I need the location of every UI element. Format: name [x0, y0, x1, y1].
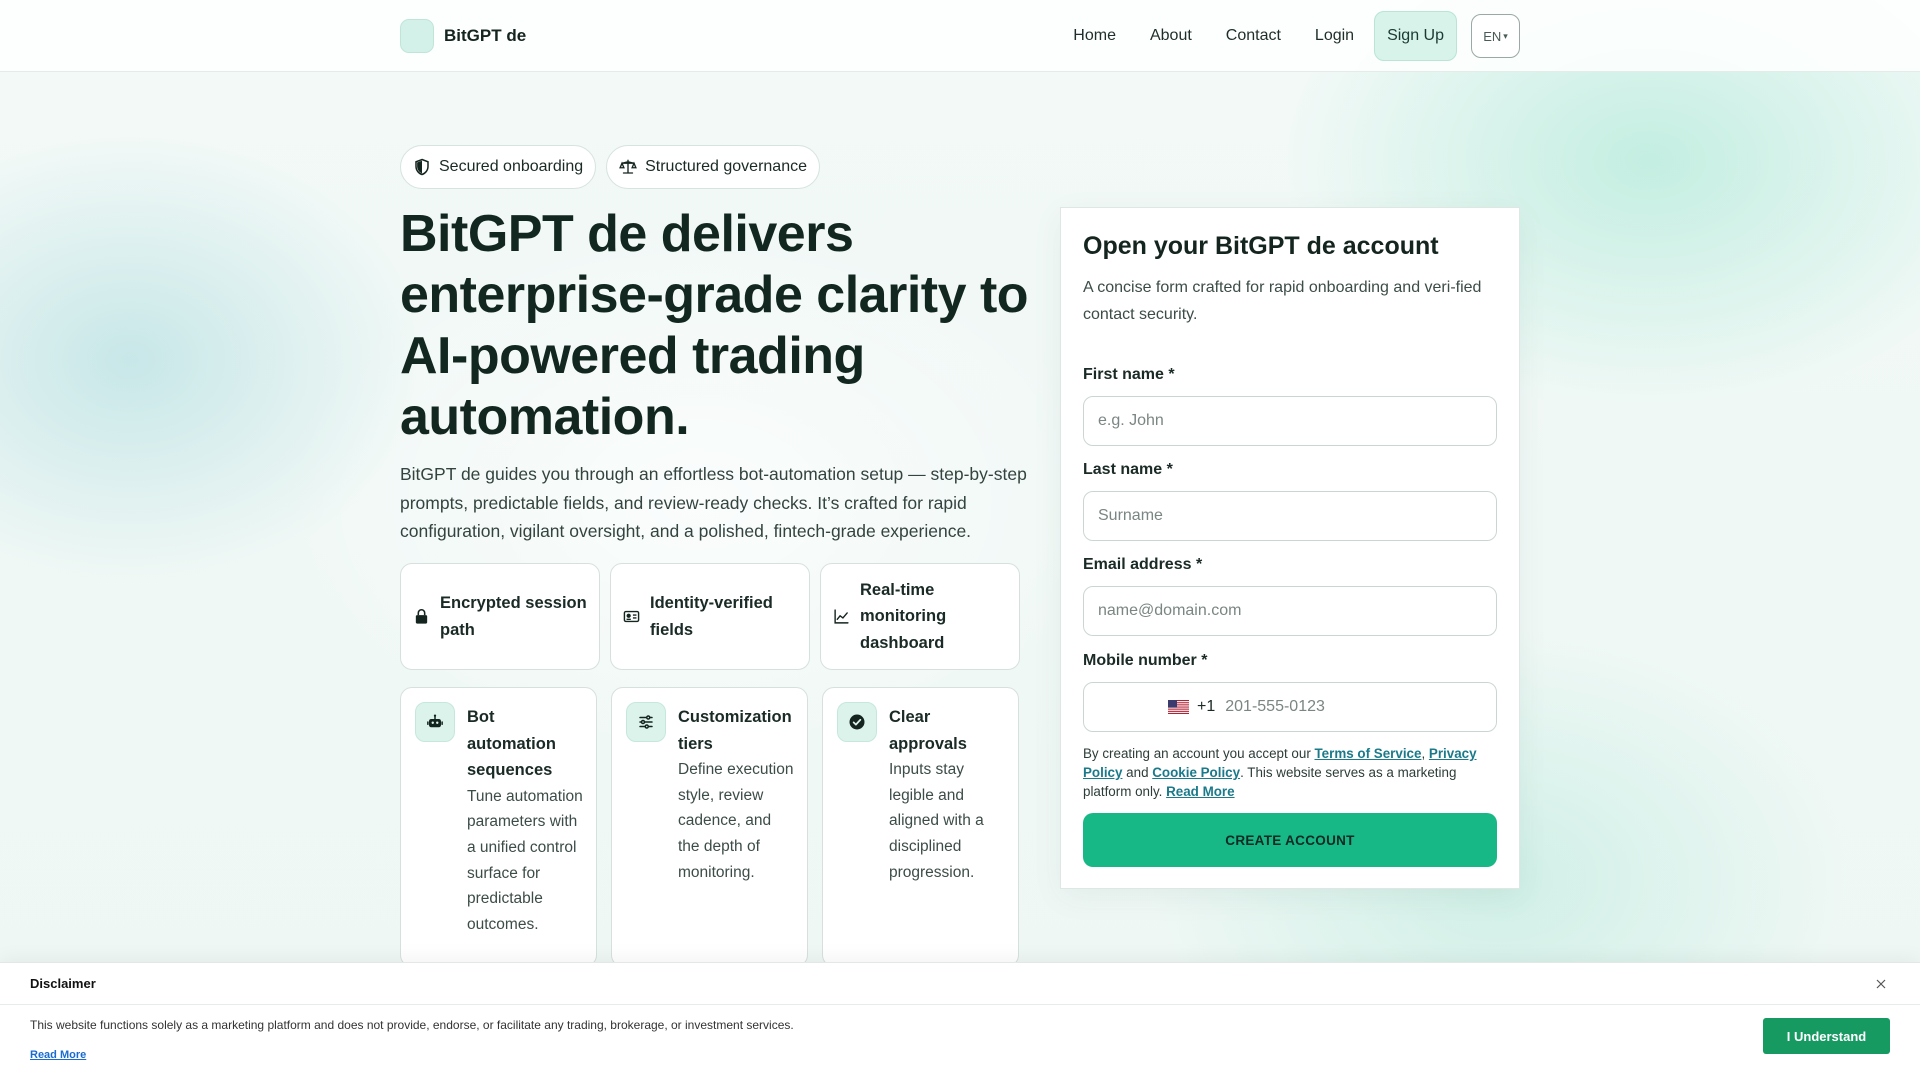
create-account-button[interactable]: CREATE ACCOUNT [1083, 813, 1497, 867]
card-body: Clear approvals Inputs stay legible and … [889, 702, 1006, 966]
last-name-field-wrap [1083, 491, 1497, 541]
feature-item: Encrypted session path [400, 563, 600, 670]
header-inner: BitGPT de Home About Contact Login Sign … [400, 0, 1520, 72]
mobile-field-wrap: +1 [1083, 682, 1497, 732]
nav-home[interactable]: Home [1073, 27, 1116, 45]
first-name-input[interactable] [1098, 412, 1482, 430]
card-icon-wrap [626, 702, 666, 742]
scale-icon [619, 159, 637, 174]
understand-button[interactable]: I Understand [1763, 1018, 1890, 1054]
email-input[interactable] [1098, 602, 1482, 620]
badge-structured-governance: Structured governance [606, 145, 820, 189]
nav-about[interactable]: About [1150, 27, 1192, 45]
feature-card: Clear approvals Inputs stay legible and … [822, 687, 1019, 967]
disclaimer-title: Disclaimer [30, 976, 96, 991]
feature-row: Encrypted session path Identity-verified… [400, 563, 1020, 670]
mobile-label: Mobile number * [1083, 652, 1208, 669]
feature-item: Identity-verified fields [610, 563, 810, 670]
hero-description: BitGPT de guides you through an effortle… [400, 464, 1027, 541]
lock-icon [415, 609, 428, 624]
terms-separator: and [1122, 765, 1153, 780]
last-name-input[interactable] [1098, 507, 1482, 525]
card-icon-wrap [837, 702, 877, 742]
us-flag-icon [1168, 700, 1189, 714]
chart-line-icon [834, 609, 849, 624]
hero-title: BitGPT de delivers enterprise-grade clar… [400, 205, 1029, 446]
card-text: Tune automation parameters with a unifie… [467, 787, 583, 934]
mobile-input[interactable] [1225, 698, 1482, 716]
badge-secured-onboarding: Secured onboarding [400, 145, 597, 189]
close-icon[interactable] [1872, 975, 1890, 993]
card-body: Bot automation sequences Tune automation… [467, 702, 584, 966]
card-title: Customization tiers [678, 708, 792, 753]
badge-label: Structured governance [645, 158, 807, 175]
card-icon-wrap [415, 702, 455, 742]
nav-contact[interactable]: Contact [1226, 27, 1281, 45]
terms-text: By creating an account you accept our Te… [1083, 744, 1497, 801]
signup-button[interactable]: Sign Up [1374, 11, 1457, 61]
terms-separator: , [1421, 746, 1429, 761]
language-code: EN [1483, 28, 1502, 44]
hero-badges: Secured onboarding Structured governance [400, 145, 820, 189]
terms-of-service-link[interactable]: Terms of Service [1315, 746, 1422, 761]
check-circle-icon [849, 714, 865, 730]
feature-label: Encrypted session path [440, 594, 587, 639]
disclaimer-text: This website functions solely as a marke… [30, 1018, 794, 1032]
form-title: Open your BitGPT de account [1083, 232, 1439, 260]
disclaimer-banner: Disclaimer This website functions solely… [0, 962, 1920, 1080]
feature-label: Identity-verified fields [650, 594, 773, 639]
robot-icon [427, 714, 443, 728]
email-field-wrap [1083, 586, 1497, 636]
disclaimer-read-more-link[interactable]: Read More [30, 1049, 86, 1061]
badge-label: Secured onboarding [439, 158, 584, 175]
disclaimer-header: Disclaimer [0, 963, 1920, 1005]
card-text: Inputs stay legible and aligned with a d… [889, 761, 984, 881]
chevron-down-icon: ▾ [1503, 30, 1508, 41]
card-row: Bot automation sequences Tune automation… [400, 687, 1019, 967]
brand-name[interactable]: BitGPT de [444, 26, 526, 46]
email-label: Email address * [1083, 556, 1203, 573]
signup-form-card: Open your BitGPT de account A concise fo… [1060, 207, 1520, 889]
sliders-icon [639, 715, 653, 729]
country-code-selector[interactable]: +1 [1168, 698, 1215, 716]
card-title: Bot automation sequences [467, 708, 556, 779]
shield-icon [415, 158, 429, 176]
feature-card: Bot automation sequences Tune automation… [400, 687, 597, 967]
feature-label: Real-time monitoring dashboard [860, 580, 947, 652]
terms-prefix: By creating an account you accept our [1083, 746, 1315, 761]
cookie-policy-link[interactable]: Cookie Policy [1152, 765, 1240, 780]
feature-card: Customization tiers Define execution sty… [611, 687, 808, 967]
site-header: BitGPT de Home About Contact Login Sign … [0, 0, 1920, 72]
card-title: Clear approvals [889, 708, 967, 753]
terms-read-more-link[interactable]: Read More [1166, 784, 1234, 799]
brand-logo[interactable] [400, 19, 434, 53]
card-text: Define execution style, review cadence, … [678, 761, 794, 881]
nav-login[interactable]: Login [1315, 27, 1354, 45]
dial-code: +1 [1197, 698, 1216, 715]
language-selector[interactable]: EN ▾ [1471, 14, 1520, 58]
first-name-field-wrap [1083, 396, 1497, 446]
card-body: Customization tiers Define execution sty… [678, 702, 795, 966]
form-subtitle: A concise form crafted for rapid onboard… [1083, 279, 1482, 323]
last-name-label: Last name * [1083, 461, 1173, 478]
main-nav: Home About Contact Login Sign Up EN ▾ [1039, 11, 1520, 61]
feature-item: Real-time monitoring dashboard [820, 563, 1020, 670]
id-card-icon [623, 610, 640, 623]
first-name-label: First name * [1083, 366, 1175, 383]
